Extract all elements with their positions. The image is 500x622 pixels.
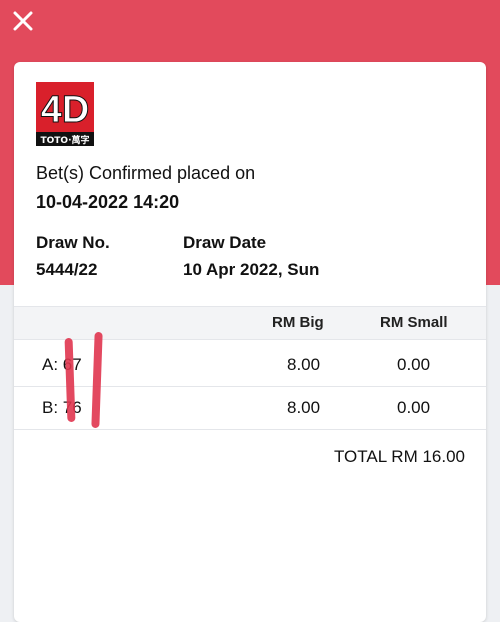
toto-4d-logo: 4D TOTO·萬字 [36, 82, 94, 146]
bet-table-header: RM Big RM Small [14, 306, 486, 340]
bet-big-amount: 8.00 [287, 398, 321, 417]
bet-small-amount: 0.00 [397, 355, 431, 374]
rm-big-header: RM Big [272, 314, 324, 331]
total-amount: TOTAL RM 16.00 [333, 447, 465, 466]
bet-row: B: 76 8.00 0.00 [14, 387, 486, 430]
draw-date-label: Draw Date [183, 233, 267, 252]
confirmation-label: Bet(s) Confirmed placed on [36, 163, 256, 183]
draw-number-value: 5444/22 [36, 260, 98, 279]
rm-small-header: RM Small [380, 314, 448, 331]
draw-date-value: 10 Apr 2022, Sun [183, 260, 320, 279]
confirmation-datetime: 10-04-2022 14:20 [36, 192, 180, 212]
bet-row: A: 67 8.00 0.00 [14, 344, 486, 387]
bet-number: B: 76 [42, 398, 82, 417]
bet-big-amount: 8.00 [287, 355, 321, 374]
close-button[interactable] [8, 6, 38, 36]
close-icon [13, 11, 33, 31]
logo-caption: TOTO·萬字 [41, 134, 90, 146]
bet-small-amount: 0.00 [397, 398, 431, 417]
bet-number: A: 67 [42, 355, 82, 374]
receipt-card: 4D TOTO·萬字 Bet(s) Confirmed placed on 10… [14, 62, 486, 622]
draw-number-label: Draw No. [36, 233, 110, 252]
logo-text: 4D [41, 89, 90, 131]
